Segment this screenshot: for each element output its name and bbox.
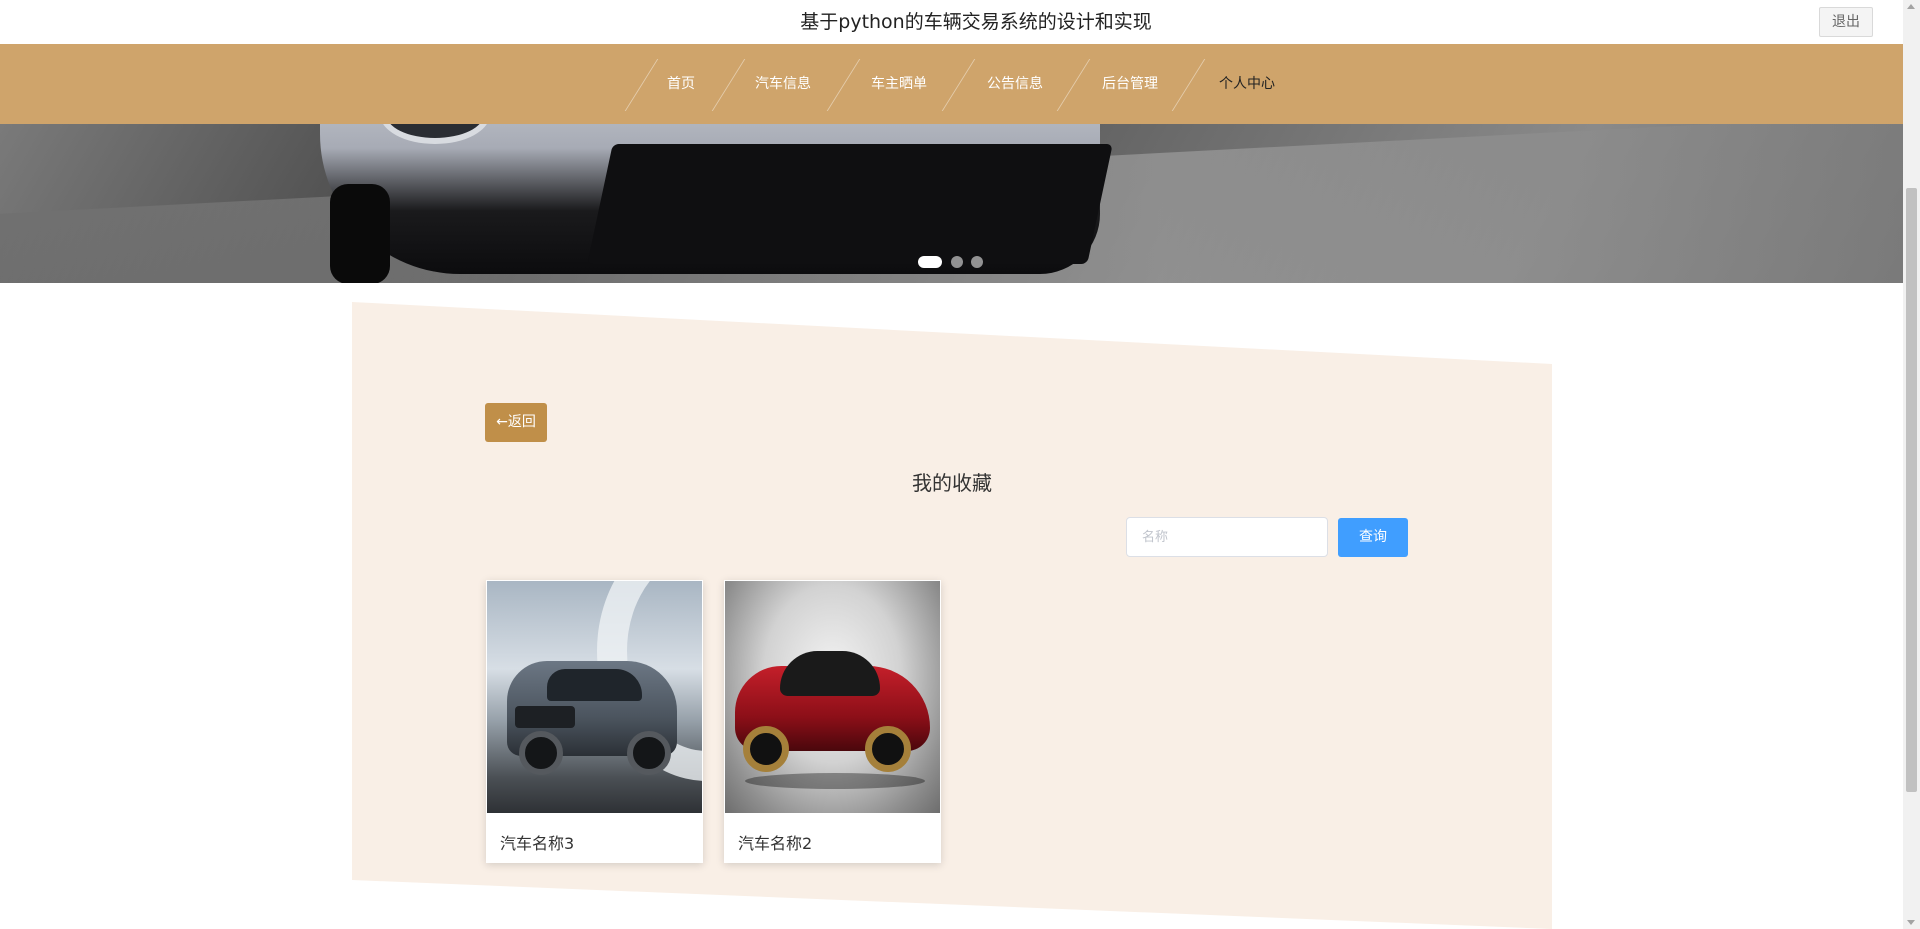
car-image-grey-suv <box>487 581 702 813</box>
nav-separator <box>624 59 659 111</box>
back-button[interactable]: ←返回 <box>485 403 547 442</box>
nav-item-owner-posts[interactable]: 车主晒单 <box>871 44 927 124</box>
carousel-dot-2[interactable] <box>951 256 963 268</box>
search-name-input[interactable] <box>1126 517 1328 557</box>
nav-item-car-info[interactable]: 汽车信息 <box>755 44 811 124</box>
query-button[interactable]: 查询 <box>1338 518 1408 557</box>
scroll-down-arrow-icon[interactable] <box>1907 920 1915 925</box>
site-title: 基于python的车辆交易系统的设计和实现 <box>800 11 1152 33</box>
carousel-dot-1[interactable] <box>918 256 942 268</box>
car-name: 汽车名称2 <box>738 834 813 853</box>
main-nav: 首页 汽车信息 车主晒单 公告信息 后台管理 个人中心 <box>0 44 1903 124</box>
car-name: 汽车名称3 <box>500 834 575 853</box>
banner-car-bumper <box>587 144 1113 264</box>
carousel-dot-3[interactable] <box>971 256 983 268</box>
nav-separator <box>826 59 861 111</box>
nav-item-admin[interactable]: 后台管理 <box>1102 44 1158 124</box>
scroll-thumb[interactable] <box>1906 188 1917 792</box>
nav-separator <box>1056 59 1091 111</box>
page-title: 我的收藏 <box>912 471 992 495</box>
nav-item-personal-center[interactable]: 个人中心 <box>1219 44 1275 124</box>
top-bar: 基于python的车辆交易系统的设计和实现 退出 <box>0 0 1903 44</box>
favorite-card[interactable]: 汽车名称3 <box>486 580 703 863</box>
banner-car-wheel <box>330 184 390 283</box>
favorite-card[interactable]: 汽车名称2 <box>724 580 941 863</box>
nav-item-announcements[interactable]: 公告信息 <box>987 44 1043 124</box>
nav-separator <box>941 59 976 111</box>
page-scrollbar[interactable] <box>1903 0 1920 929</box>
car-image-red-sports-car <box>725 581 940 813</box>
nav-separator <box>711 59 746 111</box>
scroll-up-arrow-icon[interactable] <box>1907 4 1915 9</box>
nav-separator <box>1171 59 1206 111</box>
nav-item-home[interactable]: 首页 <box>667 44 695 124</box>
logout-button[interactable]: 退出 <box>1819 7 1873 37</box>
banner-carousel <box>0 124 1903 283</box>
